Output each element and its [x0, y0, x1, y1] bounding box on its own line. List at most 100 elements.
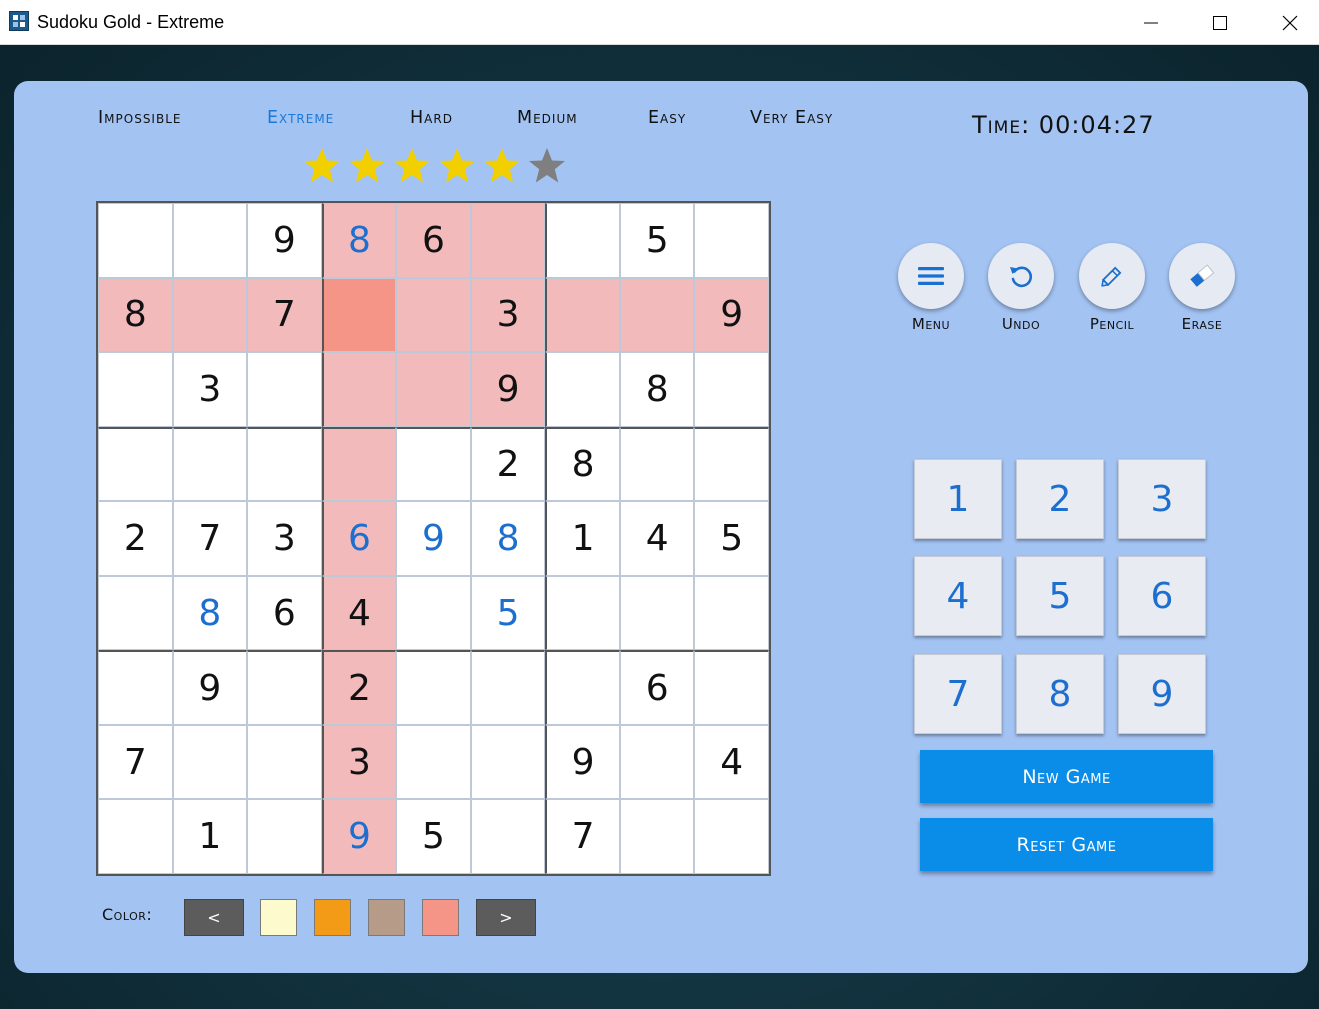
sudoku-cell[interactable]: 8: [470, 501, 546, 576]
sudoku-cell[interactable]: 6: [619, 650, 695, 725]
sudoku-cell[interactable]: 4: [619, 501, 695, 576]
sudoku-cell[interactable]: [98, 203, 173, 278]
sudoku-cell[interactable]: [470, 203, 546, 278]
sudoku-cell[interactable]: [470, 799, 546, 874]
sudoku-cell[interactable]: [396, 352, 471, 427]
sudoku-cell[interactable]: 1: [545, 501, 620, 576]
sudoku-cell[interactable]: [396, 724, 471, 800]
sudoku-cell[interactable]: 7: [98, 724, 173, 800]
sudoku-cell[interactable]: 3: [470, 277, 546, 353]
sudoku-cell[interactable]: 6: [247, 575, 322, 651]
sudoku-cell[interactable]: 4: [321, 575, 397, 651]
sudoku-cell[interactable]: [247, 724, 322, 800]
sudoku-cell[interactable]: [694, 203, 769, 278]
sudoku-cell[interactable]: [619, 575, 695, 651]
numpad-button-4[interactable]: 4: [914, 556, 1002, 636]
sudoku-cell[interactable]: 6: [321, 501, 397, 576]
numpad-button-7[interactable]: 7: [914, 654, 1002, 734]
sudoku-cell[interactable]: [98, 352, 173, 427]
sudoku-cell[interactable]: 8: [545, 426, 620, 502]
sudoku-cell[interactable]: [694, 650, 769, 725]
sudoku-cell[interactable]: 8: [172, 575, 248, 651]
sudoku-cell[interactable]: 7: [247, 277, 322, 353]
sudoku-cell[interactable]: 3: [247, 501, 322, 576]
sudoku-cell[interactable]: [694, 575, 769, 651]
sudoku-cell[interactable]: [545, 277, 620, 353]
color-swatch-taupe[interactable]: [368, 899, 405, 936]
sudoku-cell[interactable]: 7: [545, 799, 620, 874]
color-swatch-salmon[interactable]: [422, 899, 459, 936]
menu-button[interactable]: Menu: [896, 243, 966, 333]
sudoku-cell[interactable]: [247, 650, 322, 725]
close-button[interactable]: [1260, 0, 1319, 45]
difficulty-extreme[interactable]: Extreme: [267, 108, 334, 128]
sudoku-cell[interactable]: [247, 799, 322, 874]
sudoku-cell[interactable]: 2: [321, 650, 397, 725]
color-swatch-cream[interactable]: [260, 899, 297, 936]
sudoku-cell[interactable]: [470, 724, 546, 800]
sudoku-cell[interactable]: [172, 724, 248, 800]
numpad-button-5[interactable]: 5: [1016, 556, 1104, 636]
sudoku-cell[interactable]: [694, 799, 769, 874]
sudoku-cell[interactable]: [470, 650, 546, 725]
sudoku-cell[interactable]: 8: [619, 352, 695, 427]
sudoku-cell[interactable]: [694, 352, 769, 427]
color-swatch-orange[interactable]: [314, 899, 351, 936]
sudoku-cell[interactable]: 1: [172, 799, 248, 874]
numpad-button-2[interactable]: 2: [1016, 459, 1104, 539]
sudoku-cell[interactable]: 3: [172, 352, 248, 427]
numpad-button-6[interactable]: 6: [1118, 556, 1206, 636]
sudoku-cell[interactable]: [545, 352, 620, 427]
sudoku-cell[interactable]: 9: [470, 352, 546, 427]
sudoku-cell[interactable]: 7: [172, 501, 248, 576]
sudoku-cell[interactable]: [396, 426, 471, 502]
sudoku-cell[interactable]: [172, 277, 248, 353]
sudoku-cell[interactable]: 3: [321, 724, 397, 800]
sudoku-cell[interactable]: [98, 426, 173, 502]
sudoku-cell[interactable]: [396, 277, 471, 353]
sudoku-cell[interactable]: [321, 277, 397, 353]
sudoku-cell[interactable]: [321, 426, 397, 502]
sudoku-cell[interactable]: [98, 650, 173, 725]
sudoku-cell[interactable]: 6: [396, 203, 471, 278]
color-next-button[interactable]: >: [476, 899, 536, 936]
sudoku-cell[interactable]: 9: [321, 799, 397, 874]
sudoku-cell[interactable]: [545, 650, 620, 725]
minimize-button[interactable]: [1121, 0, 1181, 45]
sudoku-cell[interactable]: 9: [545, 724, 620, 800]
sudoku-cell[interactable]: 5: [470, 575, 546, 651]
sudoku-cell[interactable]: [172, 426, 248, 502]
numpad-button-8[interactable]: 8: [1016, 654, 1104, 734]
sudoku-cell[interactable]: [619, 277, 695, 353]
difficulty-impossible[interactable]: Impossible: [98, 108, 181, 128]
reset-game-button[interactable]: Reset Game: [920, 818, 1213, 871]
sudoku-cell[interactable]: 5: [694, 501, 769, 576]
sudoku-cell[interactable]: [98, 799, 173, 874]
maximize-button[interactable]: [1190, 0, 1250, 45]
sudoku-cell[interactable]: [619, 724, 695, 800]
sudoku-cell[interactable]: [545, 203, 620, 278]
numpad-button-9[interactable]: 9: [1118, 654, 1206, 734]
sudoku-cell[interactable]: 9: [172, 650, 248, 725]
pencil-button[interactable]: Pencil: [1077, 243, 1147, 333]
sudoku-cell[interactable]: 4: [694, 724, 769, 800]
sudoku-cell[interactable]: 8: [321, 203, 397, 278]
sudoku-cell[interactable]: 5: [619, 203, 695, 278]
sudoku-cell[interactable]: 9: [247, 203, 322, 278]
sudoku-cell[interactable]: [321, 352, 397, 427]
erase-button[interactable]: Erase: [1167, 243, 1237, 333]
sudoku-cell[interactable]: [545, 575, 620, 651]
sudoku-cell[interactable]: 8: [98, 277, 173, 353]
color-prev-button[interactable]: <: [184, 899, 244, 936]
sudoku-cell[interactable]: [247, 352, 322, 427]
sudoku-cell[interactable]: [247, 426, 322, 502]
difficulty-hard[interactable]: Hard: [410, 108, 453, 128]
numpad-button-1[interactable]: 1: [914, 459, 1002, 539]
sudoku-cell[interactable]: [396, 650, 471, 725]
sudoku-cell[interactable]: [98, 575, 173, 651]
sudoku-cell[interactable]: 9: [694, 277, 769, 353]
sudoku-cell[interactable]: 5: [396, 799, 471, 874]
sudoku-cell[interactable]: 9: [396, 501, 471, 576]
sudoku-cell[interactable]: 2: [470, 426, 546, 502]
sudoku-cell[interactable]: [619, 426, 695, 502]
